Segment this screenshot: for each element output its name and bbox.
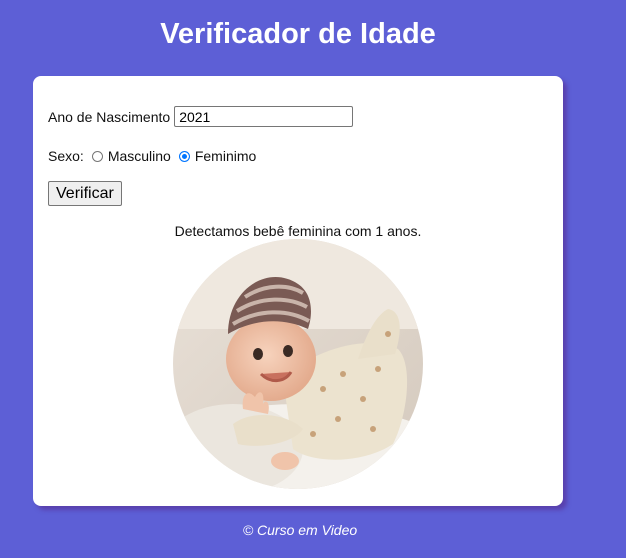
sex-label: Sexo: xyxy=(48,148,84,164)
birth-year-input[interactable] xyxy=(174,106,354,127)
female-label[interactable]: Feminimo xyxy=(195,148,256,164)
male-label[interactable]: Masculino xyxy=(108,148,171,164)
verifier-card: Ano de Nascimento Sexo: Masculino Femini… xyxy=(33,76,563,506)
male-radio[interactable] xyxy=(91,150,103,162)
birth-year-label: Ano de Nascimento xyxy=(48,108,171,125)
verify-button[interactable]: Verificar xyxy=(48,181,122,206)
baby-photo-illustration xyxy=(173,239,423,489)
baby-photo xyxy=(173,239,423,489)
birth-year-row: Ano de Nascimento xyxy=(48,106,354,127)
female-radio[interactable] xyxy=(178,150,190,162)
result-text: Detectamos bebê feminina com 1 anos. xyxy=(174,223,422,239)
page-title: Verificador de Idade xyxy=(160,18,436,50)
footer-credit: © Curso em Video xyxy=(242,522,358,538)
sex-row: Sexo: Masculino Feminimo xyxy=(48,148,256,164)
